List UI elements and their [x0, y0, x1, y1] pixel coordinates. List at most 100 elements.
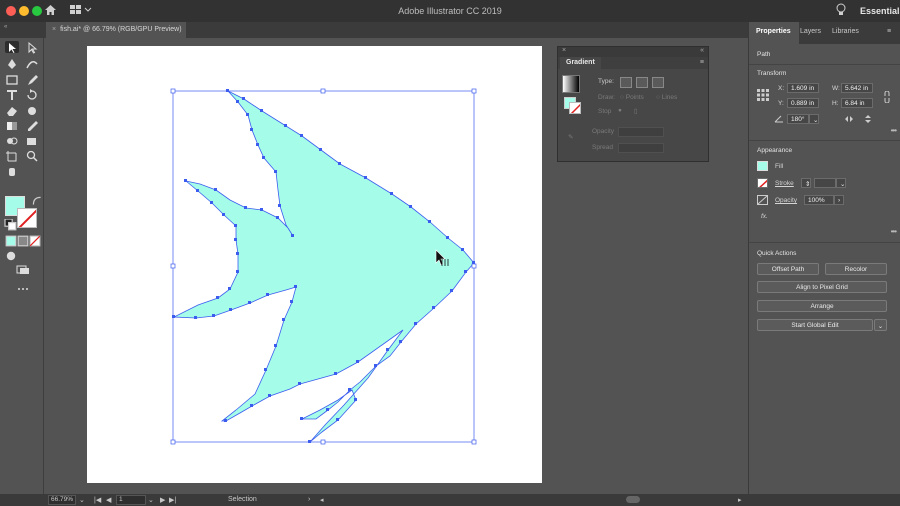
rotate-dropdown[interactable]: ⌄ [809, 114, 819, 124]
first-artboard-icon[interactable]: |◀ [94, 496, 101, 504]
selection-tool-icon[interactable] [5, 41, 19, 53]
eyedropper-tool-icon[interactable] [25, 119, 39, 131]
fill-swatch[interactable] [757, 161, 768, 171]
stop-color-icon[interactable]: ● [618, 107, 622, 114]
pen-tool-icon[interactable] [5, 57, 19, 69]
screen-mode-icon[interactable] [16, 263, 30, 274]
stroke-weight-stepper[interactable]: ⇕ [801, 178, 811, 188]
more-options-icon[interactable]: ••• [891, 126, 897, 135]
opacity-dropdown[interactable] [618, 127, 664, 137]
recolor-button[interactable]: Recolor [825, 263, 887, 275]
global-edit-options-dropdown[interactable]: ⌄ [874, 319, 887, 331]
lines-radio[interactable]: ○ Lines [656, 94, 677, 101]
panel-menu-icon[interactable]: ≡ [887, 28, 891, 35]
lightbulb-icon[interactable] [836, 3, 846, 19]
tab-libraries[interactable]: Libraries [832, 28, 859, 35]
scroll-left-icon[interactable]: ◂ [320, 496, 324, 504]
draw-mode-icon[interactable] [4, 249, 16, 261]
delete-stop-icon[interactable]: ▯ [634, 107, 638, 115]
eyedropper-icon[interactable]: ✎ [568, 133, 573, 141]
last-artboard-icon[interactable]: ▶| [169, 496, 176, 504]
shape-builder-tool-icon[interactable] [5, 134, 19, 146]
align-to-pixel-grid-button[interactable]: Align to Pixel Grid [757, 281, 887, 293]
document-tab[interactable]: × fish.ai* @ 66.79% (RGB/GPU Preview) [46, 22, 186, 38]
edit-toolbar-icon[interactable] [16, 282, 30, 290]
paintbrush-tool-icon[interactable] [25, 73, 39, 85]
x-label: X: [778, 85, 785, 92]
opacity-field[interactable]: 100% [804, 195, 834, 205]
rotate-field[interactable]: 180° [787, 114, 809, 124]
stroke-weight-dropdown[interactable]: ⌄ [836, 178, 846, 188]
hand-tool-icon[interactable] [5, 164, 19, 176]
transform-heading: Transform [757, 70, 787, 77]
swap-fill-stroke-icon[interactable] [30, 194, 41, 205]
points-radio[interactable]: ○ Points [620, 94, 644, 101]
next-artboard-icon[interactable]: ▶ [160, 496, 165, 504]
opacity-icon [757, 195, 768, 207]
close-tab-icon[interactable]: × [52, 26, 56, 33]
previous-artboard-icon[interactable]: ◀ [106, 496, 111, 504]
w-field[interactable]: 5.642 in [841, 83, 873, 93]
freeform-gradient-button[interactable] [652, 77, 664, 88]
artboard[interactable] [87, 46, 542, 483]
zoom-field[interactable]: 66.79% [48, 495, 76, 505]
default-fill-stroke-icon[interactable] [4, 218, 17, 231]
start-global-edit-button[interactable]: Start Global Edit [757, 319, 873, 331]
direct-selection-tool-icon[interactable] [25, 41, 39, 54]
panel-collapse-icon[interactable]: « [4, 24, 7, 30]
offset-path-button[interactable]: Offset Path [757, 263, 819, 275]
y-field[interactable]: 0.889 in [787, 98, 819, 108]
divider [749, 242, 900, 243]
rotate-tool-icon[interactable] [25, 88, 39, 100]
none-mode-icon[interactable] [28, 234, 41, 247]
gradient-tab[interactable]: Gradient [560, 57, 601, 69]
zoom-dropdown-icon[interactable]: ⌄ [79, 496, 85, 504]
workspace-switcher[interactable]: Essentials [860, 6, 900, 16]
reference-point-icon[interactable] [757, 89, 769, 103]
panel-menu-icon[interactable]: ≡ [700, 59, 704, 66]
artboard-tool-icon[interactable] [5, 149, 19, 162]
eraser-tool-icon[interactable] [5, 104, 19, 116]
gradient-tab-row: Gradient ≡ [558, 57, 708, 69]
opacity-dropdown[interactable]: › [834, 195, 844, 205]
status-menu-icon[interactable]: › [308, 496, 310, 503]
artboard-dropdown-icon[interactable]: ⌄ [148, 496, 154, 504]
spread-dropdown[interactable] [618, 143, 664, 153]
more-options-icon[interactable]: ••• [891, 227, 897, 236]
opacity-label[interactable]: Opacity [775, 197, 797, 204]
stroke-color-swatch[interactable] [17, 208, 37, 228]
radial-gradient-button[interactable] [636, 77, 648, 88]
x-field[interactable]: 1.609 in [787, 83, 819, 93]
stroke-label[interactable]: Stroke [775, 180, 794, 187]
stroke-swatch[interactable] [757, 178, 768, 188]
horizontal-scrollbar-thumb[interactable] [626, 496, 640, 503]
h-field[interactable]: 6.84 in [841, 98, 873, 108]
rectangle-tool-icon[interactable] [5, 73, 19, 85]
appearance-heading: Appearance [757, 147, 793, 154]
tab-layers[interactable]: Layers [800, 28, 821, 35]
tab-properties[interactable]: Properties [756, 28, 791, 35]
gradient-mode-icon[interactable] [16, 234, 29, 247]
gradient-panel[interactable]: × « Gradient ≡ Type: Draw: ○ Points ○ Li… [557, 46, 709, 162]
linear-gradient-button[interactable] [620, 77, 632, 88]
scale-tool-icon[interactable] [25, 104, 39, 116]
fx-button[interactable]: fx. [761, 213, 768, 220]
gradient-panel-header[interactable]: × « [558, 47, 708, 57]
flip-vertical-icon[interactable] [864, 114, 872, 126]
color-mode-icon[interactable] [4, 234, 17, 247]
scroll-right-icon[interactable]: ▸ [738, 496, 742, 504]
stroke-weight-field[interactable] [814, 178, 836, 188]
curvature-tool-icon[interactable] [25, 57, 39, 69]
zoom-tool-icon[interactable] [25, 149, 39, 162]
type-tool-icon[interactable] [5, 88, 19, 100]
gradient-tool-icon[interactable] [5, 119, 19, 131]
collapse-panel-icon[interactable]: « [700, 47, 704, 54]
close-panel-icon[interactable]: × [562, 47, 566, 54]
flip-horizontal-icon[interactable] [844, 115, 854, 125]
gradient-preview[interactable] [562, 75, 580, 93]
arrange-button[interactable]: Arrange [757, 300, 887, 312]
live-paint-tool-icon[interactable] [25, 134, 39, 146]
artboard-number-field[interactable]: 1 [116, 495, 146, 505]
constrain-proportions-icon[interactable] [883, 90, 891, 105]
gradient-stroke-swatch[interactable] [569, 102, 581, 114]
